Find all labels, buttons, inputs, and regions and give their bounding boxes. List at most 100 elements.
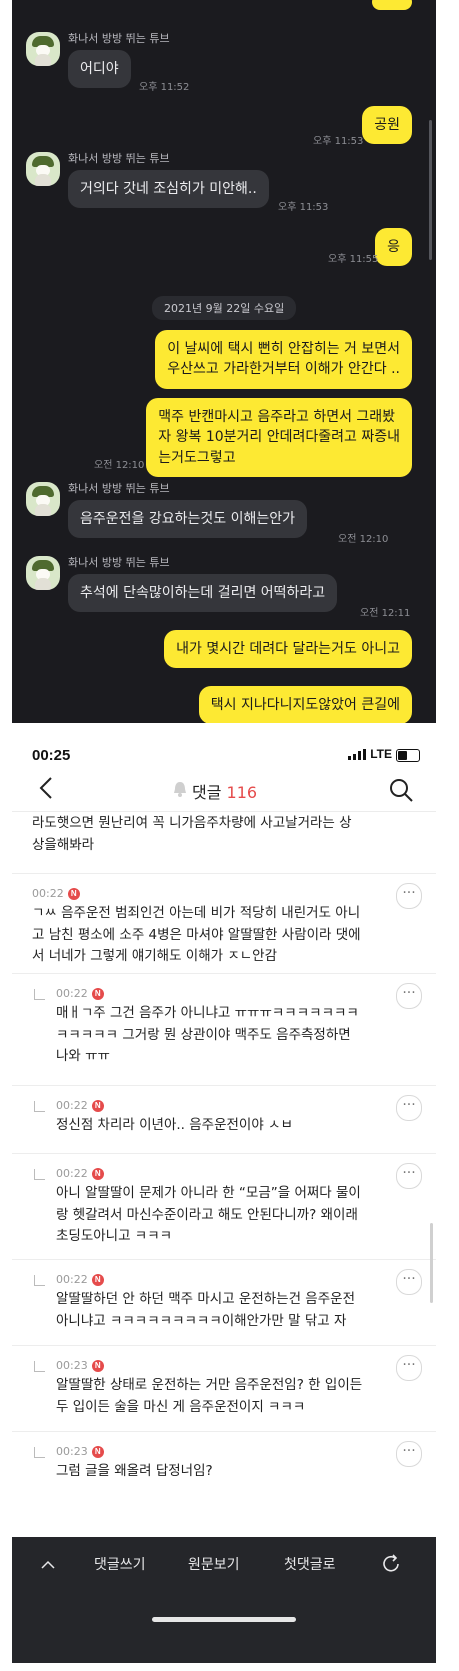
comment-item: 라도햇으면 뭔난리여 꼭 니가음주차량에 사고날거라는 상 상을해봐라 bbox=[12, 811, 436, 874]
message-time: 오전 12:10 bbox=[338, 534, 389, 545]
comment-time: 00:22 N bbox=[32, 887, 80, 900]
comment-time: 00:23 N bbox=[56, 1359, 104, 1372]
comment-text: 매ㅐㄱ주 그건 음주가 아니냐고 ㅠㅠㅠㅋㅋㅋㅋㅋㅋㅋ ㅋㅋㅋㅋㅋ 그거랑 뭔 … bbox=[56, 1005, 359, 1065]
reply-item: 00:22 N ··· 매ㅐㄱ주 그건 음주가 아니냐고 ㅠㅠㅠㅋㅋㅋㅋㅋㅋㅋ ㅋ… bbox=[12, 973, 436, 1086]
comment-item: 00:22 N ··· ㄱㅆ 음주운전 범죄인건 아는데 비가 적당히 내린거도 … bbox=[12, 873, 436, 974]
back-chevron-icon[interactable] bbox=[34, 775, 60, 801]
comment-text: ㄱㅆ 음주운전 범죄인건 아는데 비가 적당히 내린거도 아니 고 남친 평소에… bbox=[32, 905, 361, 965]
comment-time: 00:22 N bbox=[56, 1099, 104, 1112]
message-bubble-incoming: 음주운전을 강요하는것도 이해는안가 bbox=[68, 500, 307, 539]
reply-item: 00:22 N ··· 정신점 차리라 이년아.. 음주운전이야 ㅅㅂ bbox=[12, 1085, 436, 1154]
new-badge: N bbox=[91, 1100, 104, 1112]
sender-avatar[interactable] bbox=[26, 152, 60, 186]
bell-icon[interactable] bbox=[172, 780, 188, 798]
write-comment-button[interactable]: 댓글쓰기 bbox=[94, 1537, 146, 1593]
signal-icon bbox=[348, 749, 366, 760]
message-bubble-outgoing: 택시 지나다니지도않았어 큰길에 bbox=[198, 686, 412, 723]
comment-time-label: 00:22 bbox=[56, 1167, 88, 1180]
message-time: 오후 11:53 bbox=[313, 136, 364, 147]
chat-scrollbar[interactable] bbox=[429, 120, 432, 260]
message-bubble-incoming: 추석에 단속많이하는데 걸리면 어떡하라고 bbox=[68, 574, 338, 613]
comment-time-label: 00:22 bbox=[56, 987, 88, 1000]
more-options-button[interactable]: ··· bbox=[396, 983, 422, 1009]
comment-time: 00:22 N bbox=[56, 1273, 104, 1286]
sender-avatar[interactable] bbox=[26, 482, 60, 516]
message-bubble-incoming: 어디야 bbox=[68, 50, 131, 89]
network-type: LTE bbox=[370, 747, 392, 761]
comment-text: 정신점 차리라 이년아.. 음주운전이야 ㅅㅂ bbox=[56, 1117, 293, 1133]
comments-scrollbar[interactable] bbox=[430, 1223, 433, 1303]
reply-arrow-icon bbox=[34, 1169, 45, 1180]
comment-time: 00:22 N bbox=[56, 1167, 104, 1180]
new-badge: N bbox=[91, 1274, 104, 1286]
message-time: 오후 11:52 bbox=[139, 82, 190, 93]
comment-time-label: 00:23 bbox=[56, 1445, 88, 1458]
home-indicator[interactable] bbox=[152, 1617, 296, 1622]
new-badge: N bbox=[91, 1168, 104, 1180]
more-options-button[interactable]: ··· bbox=[396, 1355, 422, 1381]
new-badge: N bbox=[91, 988, 104, 1000]
status-bar: 00:25 LTE bbox=[12, 723, 436, 767]
more-options-button[interactable]: ··· bbox=[396, 1095, 422, 1121]
new-badge: N bbox=[91, 1360, 104, 1372]
reply-item: 00:23 N ··· 알딸딸한 상태로 운전하는 거만 음주운전임? 한 입이든… bbox=[12, 1345, 436, 1432]
title-label: 댓글 bbox=[192, 783, 222, 802]
battery-icon bbox=[396, 749, 420, 762]
first-comment-button[interactable]: 첫댓글로 bbox=[284, 1537, 336, 1593]
sender-avatar[interactable] bbox=[26, 556, 60, 590]
more-options-button[interactable]: ··· bbox=[396, 1163, 422, 1189]
more-options-button[interactable]: ··· bbox=[396, 883, 422, 909]
refresh-icon[interactable] bbox=[380, 1553, 402, 1575]
comment-text: 라도햇으면 뭔난리여 꼭 니가음주차량에 사고날거라는 상 상을해봐라 bbox=[32, 815, 352, 853]
message-bubble-outgoing: 맥주 반캔마시고 음주라고 하면서 그래봤 자 왕복 10분거리 안데려다줄려고… bbox=[146, 398, 412, 477]
reply-arrow-icon bbox=[34, 1361, 45, 1372]
reply-item: 00:22 N ··· 알딸딸하던 안 하던 맥주 마시고 운전하는건 음주운전 … bbox=[12, 1259, 436, 1346]
comment-time: 00:22 N bbox=[56, 987, 104, 1000]
comment-time: 00:23 N bbox=[56, 1445, 104, 1458]
message-bubble-outgoing: 공원 bbox=[362, 106, 412, 145]
reply-item: 00:23 N ··· 그럼 글을 왜올려 답정너임? bbox=[12, 1431, 436, 1537]
previous-message-bubble bbox=[372, 0, 412, 10]
message-bubble-outgoing: 응 bbox=[375, 228, 412, 267]
sender-name: 화나서 방방 뛰는 튜브 bbox=[68, 152, 170, 165]
scroll-up-icon[interactable] bbox=[40, 1557, 56, 1573]
reply-arrow-icon bbox=[34, 989, 45, 1000]
message-time: 오전 12:10 bbox=[94, 460, 145, 471]
sender-name: 화나서 방방 뛰는 튜브 bbox=[68, 556, 170, 569]
comment-text: 알딸딸하던 안 하던 맥주 마시고 운전하는건 음주운전 아니냐고 ㅋㅋㅋㅋㅋㅋ… bbox=[56, 1291, 355, 1329]
bottom-toolbar: 댓글쓰기 원문보기 첫댓글로 bbox=[12, 1537, 436, 1663]
message-time: 오후 11:55 bbox=[328, 254, 379, 265]
chat-screenshot: 화나서 방방 뛰는 튜브 어디야 오후 11:52 공원 오후 11:53 화나… bbox=[12, 0, 436, 723]
comment-text: 알딸딸한 상태로 운전하는 거만 음주운전임? 한 입이든 두 입이든 술을 마… bbox=[56, 1377, 363, 1415]
reply-arrow-icon bbox=[34, 1275, 45, 1286]
message-bubble-incoming: 거의다 갓네 조심히가 미안해.. bbox=[68, 170, 269, 209]
message-bubble-outgoing: 내가 몇시간 데려다 달라는거도 아니고 bbox=[164, 630, 412, 669]
new-badge: N bbox=[91, 1446, 104, 1458]
new-badge: N bbox=[67, 888, 80, 900]
search-icon[interactable] bbox=[388, 777, 414, 803]
more-options-button[interactable]: ··· bbox=[396, 1441, 422, 1467]
comment-text: 아니 알딸딸이 문제가 아니라 한 “모금”을 어쩌다 물이 랑 헷갈려서 마신… bbox=[56, 1185, 361, 1245]
sender-name: 화나서 방방 뛰는 튜브 bbox=[68, 482, 170, 495]
comment-text: 그럼 글을 왜올려 답정너임? bbox=[56, 1463, 213, 1479]
reply-arrow-icon bbox=[34, 1101, 45, 1112]
view-original-button[interactable]: 원문보기 bbox=[188, 1537, 240, 1593]
comment-time-label: 00:22 bbox=[56, 1273, 88, 1286]
date-divider: 2021년 9월 22일 수요일 bbox=[152, 296, 297, 320]
comment-time-label: 00:22 bbox=[56, 1099, 88, 1112]
comment-time-label: 00:22 bbox=[32, 887, 64, 900]
sender-avatar[interactable] bbox=[26, 32, 60, 66]
message-time: 오전 12:11 bbox=[360, 608, 411, 619]
comments-header: 댓글 116 bbox=[12, 767, 436, 812]
page-title: 댓글 116 bbox=[192, 779, 257, 803]
more-options-button[interactable]: ··· bbox=[396, 1269, 422, 1295]
reply-item: 00:22 N ··· 아니 알딸딸이 문제가 아니라 한 “모금”을 어쩌다 물… bbox=[12, 1153, 436, 1260]
message-time: 오후 11:53 bbox=[278, 202, 329, 213]
status-time: 00:25 bbox=[32, 747, 71, 764]
comment-count: 116 bbox=[226, 783, 258, 802]
comments-screenshot: 00:25 LTE 댓글 116 라도햇으면 뭔난리여 꼭 니가음주차량에 사고… bbox=[12, 723, 436, 1663]
reply-arrow-icon bbox=[34, 1447, 45, 1458]
comment-time-label: 00:23 bbox=[56, 1359, 88, 1372]
sender-name: 화나서 방방 뛰는 튜브 bbox=[68, 32, 170, 45]
message-bubble-outgoing: 이 날씨에 택시 뻔히 안잡히는 거 보면서 우산쓰고 가라한거부터 이해가 안… bbox=[155, 330, 412, 389]
